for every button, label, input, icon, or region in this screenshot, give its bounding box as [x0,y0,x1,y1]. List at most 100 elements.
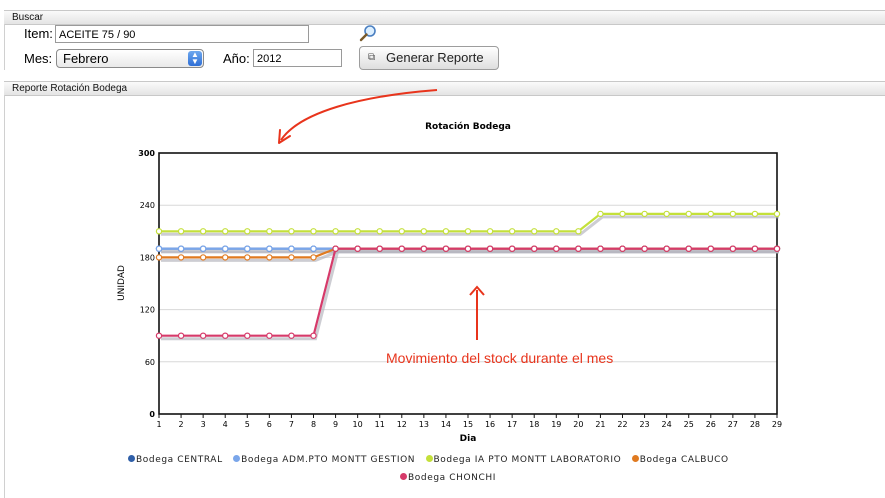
series-point [464,228,472,235]
legend-item-lab: Bodega IA PTO MONTT LABORATORIO [425,455,622,465]
series-point [619,210,626,218]
series-point [575,245,582,252]
series-point [177,332,185,339]
series-point [685,210,692,218]
x-tick-label: 8 [311,420,316,429]
series-point [420,228,428,235]
series-point [310,228,317,235]
x-tick-label: 16 [485,420,495,429]
series-point [464,245,472,252]
series-point [310,245,317,252]
x-tick-label: 20 [573,420,583,429]
series-point [354,228,361,235]
series-point [266,245,273,252]
x-tick-label: 12 [397,420,407,429]
series-point [155,228,163,235]
x-tick-label: 15 [463,420,473,429]
x-axis-label: Dia [460,434,477,444]
series-point [773,210,781,218]
y-tick-label: 60 [145,358,155,367]
series-point [376,245,383,252]
x-tick-label: 6 [267,420,272,429]
series-point [641,210,648,218]
series-point [597,245,604,252]
y-tick-label: 120 [140,306,155,315]
series-point [288,332,295,339]
legend-item-chonchi: Bodega CHONCHI [400,473,496,483]
legend-item-calbuco: Bodega CALBUCO [631,455,729,465]
series-point [266,254,273,261]
series-point [155,332,163,339]
series-point [177,228,185,235]
series-point [619,245,626,252]
series-point [663,245,670,252]
x-tick-label: 10 [353,420,363,429]
annotation-text: Movimiento del stock durante el mes [386,350,613,366]
x-tick-label: 22 [617,420,627,429]
x-tick-label: 27 [728,420,738,429]
series-point [751,210,759,218]
series-point [288,245,295,252]
rotacion-bodega-chart: Rotación Bodega 060120180240300 12345678… [117,89,782,444]
legend-row-2: Bodega CHONCHI [400,473,496,483]
series-point [508,228,516,235]
x-tick-label: 24 [662,420,672,429]
chart-series [155,210,781,341]
x-tick-label: 23 [639,420,649,429]
series-point [486,245,494,252]
x-tick-label: 17 [507,420,517,429]
series-point [222,245,229,252]
plot-frame [158,152,778,415]
series-point [199,245,207,252]
x-tick-label: 19 [551,420,561,429]
series-point [685,245,692,252]
series-point [442,228,450,235]
x-tick-label: 5 [245,420,250,429]
series-point [222,228,229,235]
legend-dot-icon [128,455,135,462]
legend-dot-icon [425,455,433,462]
x-tick-label: 9 [333,420,338,429]
x-tick-label: 2 [179,420,184,429]
y-axis-label: UNIDAD [117,265,127,301]
x-tick-label: 25 [684,420,694,429]
legend-label: Bodega CHONCHI [408,473,496,483]
series-point [244,332,251,339]
series-point [266,228,273,235]
series-point [222,254,229,261]
x-tick-label: 13 [419,420,429,429]
series-point [486,228,494,235]
series-point [553,228,560,235]
series-point [332,245,339,252]
series-point [244,254,251,261]
series-point [310,332,317,339]
series-point [199,254,207,261]
legend-label: Bodega CENTRAL [136,455,223,465]
x-axis-ticks: 1 2 3 4 5 6 7 8 9 10 11 12 13 14 15 16 17 18 19 20 21 22 23 24 2… [156,414,782,429]
legend-item-central: Bodega CENTRAL [128,455,223,465]
series-point [575,228,582,235]
legend-row-1: Bodega CENTRAL Bodega ADM.PTO MONTT GEST… [128,455,729,465]
series-point [155,245,163,252]
series-point [288,228,295,235]
legend-item-adm: Bodega ADM.PTO MONTT GESTION [233,455,415,465]
series-point [729,210,737,218]
series-point [199,332,207,339]
x-tick-label: 28 [750,420,760,429]
series-point [222,332,229,339]
legend-dot-icon [631,455,639,462]
series-point [244,245,251,252]
y-tick-label: 240 [140,201,155,210]
x-tick-label: 3 [201,420,206,429]
y-tick-label: 180 [140,253,155,262]
series-point [310,254,317,261]
series-point [332,228,339,235]
series-point [177,254,185,261]
series-point [398,228,405,235]
legend-label: Bodega ADM.PTO MONTT GESTION [241,455,416,465]
x-tick-label: 21 [595,420,605,429]
y-tick-label: 300 [138,149,155,158]
x-tick-label: 18 [529,420,539,429]
series-point [707,245,714,252]
series-point [773,245,781,252]
